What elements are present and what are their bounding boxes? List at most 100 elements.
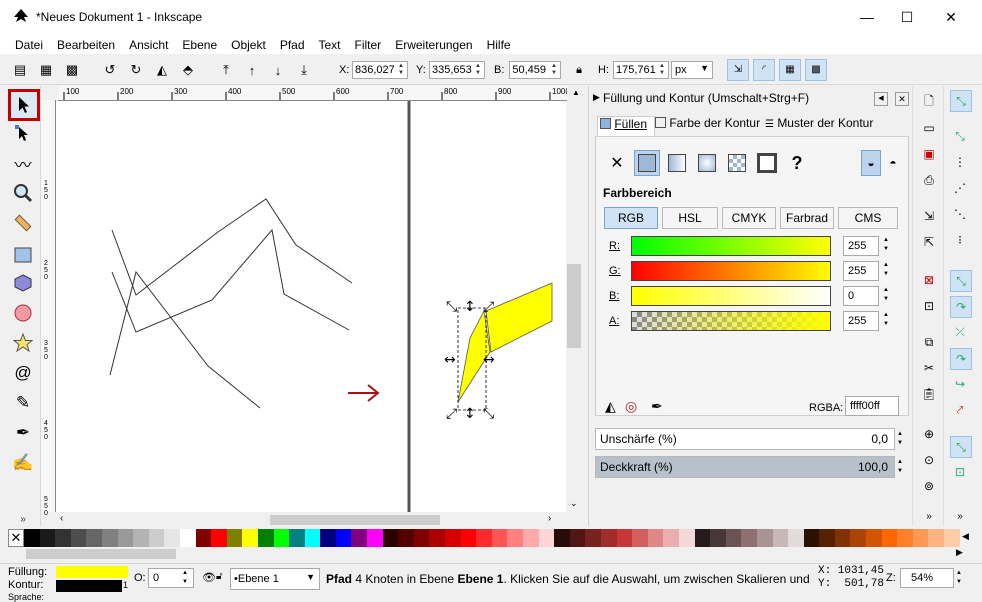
star-tool-icon[interactable]	[10, 330, 36, 356]
deselect-icon[interactable]: ▩	[62, 60, 82, 80]
palette-swatch[interactable]	[850, 529, 867, 547]
scale-stroke-button[interactable]: ⇲	[727, 59, 749, 81]
selector-tool-icon[interactable]	[8, 89, 40, 121]
palette-swatch[interactable]	[710, 529, 726, 547]
blue-value[interactable]: 0	[843, 286, 879, 306]
scroll-left-icon[interactable]: ‹	[60, 513, 63, 524]
width-spin-icon[interactable]: ▲ ▼	[549, 63, 559, 77]
palette-swatch[interactable]	[164, 529, 180, 547]
palette-swatch[interactable]	[756, 529, 773, 547]
blur-field[interactable]: Unschärfe (%) 0,0	[595, 428, 895, 450]
layer-visibility-icon[interactable]: 👁︎	[202, 571, 216, 584]
palette-swatch[interactable]	[663, 529, 679, 547]
palette-swatch[interactable]	[70, 529, 87, 547]
palette-swatch[interactable]	[179, 529, 196, 547]
palette-swatch[interactable]	[897, 529, 913, 547]
menu-ansicht[interactable]: Ansicht	[122, 36, 175, 52]
palette-swatch[interactable]	[24, 529, 40, 547]
zoom-page-icon[interactable]: ⊚	[919, 476, 939, 496]
horizontal-scrollbar[interactable]: ‹ ›	[56, 513, 566, 527]
print-icon[interactable]: ⎙	[919, 170, 939, 190]
linear-gradient-button[interactable]	[664, 150, 690, 176]
snap-bbox-corner-icon[interactable]: ⋰	[950, 178, 970, 198]
spiral-tool-icon[interactable]: @	[10, 360, 36, 386]
scroll-up-icon[interactable]: ▲	[572, 88, 580, 97]
palette-swatch[interactable]	[944, 529, 960, 547]
palette-swatch[interactable]	[881, 529, 898, 547]
y-spin-icon[interactable]: ▲ ▼	[473, 63, 483, 77]
scroll-thumb[interactable]	[567, 264, 581, 348]
blue-spin-icon[interactable]: ▲ ▼	[881, 286, 891, 306]
pattern-button[interactable]	[724, 150, 750, 176]
measure-tool-icon[interactable]	[10, 210, 36, 236]
menu-filter[interactable]: Filter	[348, 36, 389, 52]
raise-to-top-icon[interactable]: ⤒	[216, 60, 236, 80]
snap-intersection-icon[interactable]: ⤫	[950, 322, 970, 342]
scroll-right-icon[interactable]: ›	[548, 513, 551, 524]
opacity-field[interactable]: Deckkraft (%) 100,0	[595, 456, 895, 478]
lower-to-bottom-icon[interactable]: ⤓	[294, 60, 314, 80]
color-picker-icon[interactable]: ✒	[651, 398, 663, 415]
height-field[interactable]: 175,761 ▲ ▼	[613, 61, 669, 79]
save-icon[interactable]: ▣	[919, 144, 939, 164]
copy-icon[interactable]: ⧉	[919, 332, 939, 352]
rgba-field[interactable]: ffff00ff	[845, 396, 899, 416]
snap-bbox-edge-icon[interactable]: ⋮	[950, 152, 970, 172]
palette-scroll-thumb[interactable]	[26, 549, 176, 559]
menu-objekt[interactable]: Objekt	[224, 36, 273, 52]
snap-toggle-icon[interactable]: ⤡	[950, 90, 972, 112]
import-icon[interactable]: ⇲	[919, 206, 939, 226]
palette-swatch[interactable]	[616, 529, 633, 547]
tab-stroke-paint[interactable]: Farbe der Kontur	[653, 116, 760, 136]
palette-scroll-right-icon[interactable]: ▶	[956, 547, 963, 558]
palette-swatch[interactable]	[538, 529, 555, 547]
palette-swatch[interactable]	[694, 529, 711, 547]
more-snap-icon[interactable]: »	[950, 506, 970, 526]
palette-swatch[interactable]	[741, 529, 757, 547]
palette-swatch[interactable]	[273, 529, 290, 547]
more-commands-icon[interactable]: »	[919, 506, 939, 526]
palette-menu-icon[interactable]: ◀	[962, 531, 969, 542]
palette-swatch[interactable]	[242, 529, 258, 547]
palette-swatch[interactable]	[928, 529, 945, 547]
palette-swatch[interactable]	[86, 529, 102, 547]
palette-swatch[interactable]	[523, 529, 539, 547]
y-field[interactable]: 335,653 ▲ ▼	[429, 61, 485, 79]
mode-wheel-button[interactable]: Farbrad	[780, 207, 834, 229]
palette-swatch[interactable]	[39, 529, 56, 547]
palette-swatch[interactable]	[289, 529, 305, 547]
palette-swatch[interactable]	[257, 529, 274, 547]
palette-swatch[interactable]	[725, 529, 742, 547]
drawing-canvas[interactable]: ⤡ ↕ ⤢ ↔ ↔ ⤢ ↕ ⤡	[56, 101, 566, 512]
mode-rgb-button[interactable]: RGB	[604, 207, 658, 229]
maximize-button[interactable]: ☐	[884, 0, 930, 34]
palette-swatch[interactable]	[320, 529, 336, 547]
snap-others-icon[interactable]: ⤡	[950, 436, 972, 458]
palette-swatch[interactable]	[834, 529, 851, 547]
palette-swatch[interactable]	[101, 529, 118, 547]
menu-text[interactable]: Text	[312, 36, 348, 52]
palette-swatch[interactable]	[819, 529, 835, 547]
close-button[interactable]: ✕	[928, 0, 974, 34]
green-spin-icon[interactable]: ▲ ▼	[881, 261, 891, 281]
new-document-icon[interactable]: 🗋	[919, 92, 939, 112]
snap-smooth-icon[interactable]: ↪	[950, 374, 970, 394]
out-of-gamut-icon[interactable]: ◎	[625, 398, 637, 415]
rotate-cw-icon[interactable]: ↻	[126, 60, 146, 80]
red-spin-icon[interactable]: ▲ ▼	[881, 236, 891, 256]
alpha-slider[interactable]	[631, 311, 831, 331]
height-spin-icon[interactable]: ▲ ▼	[657, 63, 667, 77]
menu-pfad[interactable]: Pfad	[273, 36, 312, 52]
palette-swatch[interactable]	[803, 529, 820, 547]
color-palette[interactable]	[24, 529, 960, 547]
mode-hsl-button[interactable]: HSL	[662, 207, 718, 229]
color-manage-icon[interactable]: ◭	[605, 398, 616, 415]
palette-swatch[interactable]	[491, 529, 508, 547]
scroll-thumb[interactable]	[270, 515, 440, 525]
palette-swatch[interactable]	[460, 529, 477, 547]
palette-swatch[interactable]	[476, 529, 492, 547]
menu-datei[interactable]: Datei	[8, 36, 50, 52]
box3d-tool-icon[interactable]	[10, 270, 36, 296]
vertical-scrollbar[interactable]: ▲ ⌄	[567, 86, 585, 512]
green-slider[interactable]	[631, 261, 831, 281]
